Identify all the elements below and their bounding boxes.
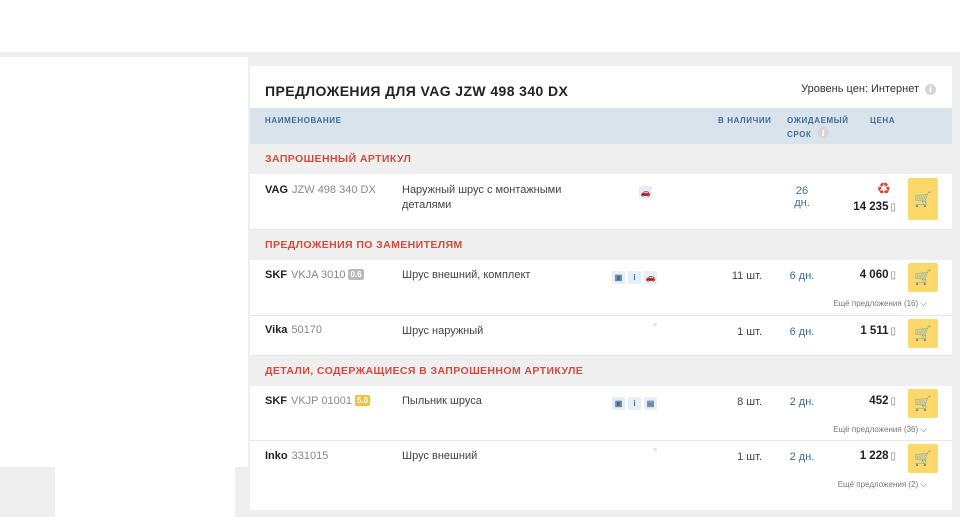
currency-icon: ▯ [890, 451, 896, 462]
rating-badge: 5.0 [354, 395, 371, 406]
table-row[interactable]: VAG JZW 498 340 DX Наружный шрус с монтаж… [250, 174, 952, 230]
page-title: ПРЕДЛОЖЕНИЯ ДЛЯ VAG JZW 498 340 DX [265, 83, 569, 99]
price: 452 ▯ [869, 395, 896, 407]
description: Пыльник шруса [402, 395, 482, 407]
column-in-stock[interactable]: В НАЛИЧИИ [718, 116, 772, 125]
table-row[interactable]: Inko 331015 Шрус внешний 1 шт. 2 дн. 1 22… [250, 441, 952, 498]
add-to-cart-button[interactable]: 🛒 [908, 178, 938, 220]
section-replacements: ПРЕДЛОЖЕНИЯ ПО ЗАМЕНИТЕЛЯМ [250, 230, 952, 260]
currency-icon: ▯ [890, 396, 896, 407]
chevron-down-icon: ⌵ [920, 424, 927, 434]
more-offers-link[interactable]: Ещё предложения (36) ⌵ [833, 424, 927, 435]
more-offers-link[interactable]: Ещё предложения (2) ⌵ [838, 479, 927, 490]
quantity: 1 шт. [737, 451, 762, 463]
term: 6 дн. [789, 326, 815, 338]
article-number: VKJP 01001 [291, 395, 352, 407]
car-icon[interactable]: 🚗 [644, 271, 657, 284]
description: Шрус внешний [402, 450, 478, 462]
chevron-down-icon: ⌵ [920, 298, 927, 308]
more-offers-link[interactable]: Ещё предложения (16) ⌵ [833, 298, 927, 309]
brand: Vika 50170 [265, 324, 323, 336]
photo-icon[interactable]: ▣ [612, 271, 625, 284]
table-header: НАИМЕНОВАНИЕ В НАЛИЧИИ ОЖИДАЕМЫЙ СРОК i … [250, 108, 952, 144]
document-icon[interactable]: ▤ [644, 397, 657, 410]
price: 4 060 ▯ [859, 269, 896, 281]
rating-badge: 0.6 [348, 269, 364, 280]
top-bar [0, 0, 960, 52]
info-icon[interactable]: i [628, 271, 641, 284]
recycle-icon: ♻ [876, 181, 891, 198]
brand: SKF VKJP 01001 5.0 [265, 395, 371, 407]
column-expected[interactable]: ОЖИДАЕМЫЙ [787, 116, 849, 125]
term: 2 дн. [789, 451, 815, 463]
table-row[interactable]: Vika 50170 Шрус наружный 1 шт. 6 дн. 1 51… [250, 316, 952, 356]
info-icon[interactable]: i [628, 397, 641, 410]
row-dot [653, 323, 657, 326]
term: 26 дн. [794, 185, 810, 209]
row-icons: ▣ i 🚗 [612, 271, 657, 284]
price: 1 228 ▯ [859, 450, 896, 462]
price-level-selector[interactable]: Уровень цен: Интернет i [801, 83, 936, 95]
price: 14 235 ▯ [853, 201, 896, 213]
row-dot [653, 448, 657, 451]
term: 2 дн. [789, 396, 815, 408]
description: Наружный шрус с монтажными деталями [402, 184, 562, 211]
left-sidebar-bottom [55, 467, 235, 517]
photo-icon[interactable]: ▣ [612, 397, 625, 410]
quantity: 8 шт. [737, 396, 762, 408]
add-to-cart-button[interactable]: 🛒 [908, 263, 938, 292]
expected-info-icon[interactable]: i [818, 127, 829, 138]
article-number: 331015 [291, 450, 329, 462]
description: Шрус наружный [402, 325, 484, 337]
offers-panel: ПРЕДЛОЖЕНИЯ ДЛЯ VAG JZW 498 340 DX Урове… [250, 66, 952, 510]
brand: SKF VKJA 3010 0.6 [265, 269, 364, 281]
row-icons: ▣ i ▤ [612, 397, 657, 410]
section-requested: ЗАПРОШЕННЫЙ АРТИКУЛ [250, 144, 952, 174]
term: 6 дн. [789, 270, 815, 282]
price: 1 511 ▯ [860, 325, 896, 337]
column-name[interactable]: НАИМЕНОВАНИЕ [265, 116, 342, 125]
article-number: VKJA 3010 [291, 269, 346, 281]
info-icon[interactable]: i [925, 83, 936, 95]
article-number: 50170 [291, 324, 323, 336]
currency-icon: ▯ [890, 270, 896, 281]
add-to-cart-button[interactable]: 🛒 [908, 444, 938, 473]
row-icons: 🚗 [639, 186, 652, 199]
brand: Inko 331015 [265, 450, 329, 462]
chevron-down-icon: ⌵ [920, 479, 927, 489]
currency-icon: ▯ [890, 326, 896, 337]
currency-icon: ▯ [890, 202, 896, 213]
column-price[interactable]: ЦЕНА [870, 116, 895, 125]
quantity: 1 шт. [737, 326, 762, 338]
brand: VAG JZW 498 340 DX [265, 184, 376, 196]
add-to-cart-button[interactable]: 🛒 [908, 319, 938, 348]
section-contained: ДЕТАЛИ, СОДЕРЖАЩИЕСЯ В ЗАПРОШЕННОМ АРТИК… [250, 356, 952, 386]
car-icon[interactable]: 🚗 [639, 186, 652, 199]
table-row[interactable]: SKF VKJA 3010 0.6 Шрус внешний, комплект ▣… [250, 260, 952, 316]
article-number: JZW 498 340 DX [292, 184, 376, 196]
price-level-label: Уровень цен: Интернет [801, 83, 919, 95]
table-row[interactable]: SKF VKJP 01001 5.0 Пыльник шруса ▣ i ▤ 8 ш… [250, 386, 952, 441]
column-expected-2[interactable]: СРОК [787, 130, 812, 139]
description: Шрус внешний, комплект [402, 269, 531, 281]
left-sidebar [0, 57, 248, 467]
add-to-cart-button[interactable]: 🛒 [908, 389, 938, 418]
quantity: 11 шт. [731, 270, 762, 282]
